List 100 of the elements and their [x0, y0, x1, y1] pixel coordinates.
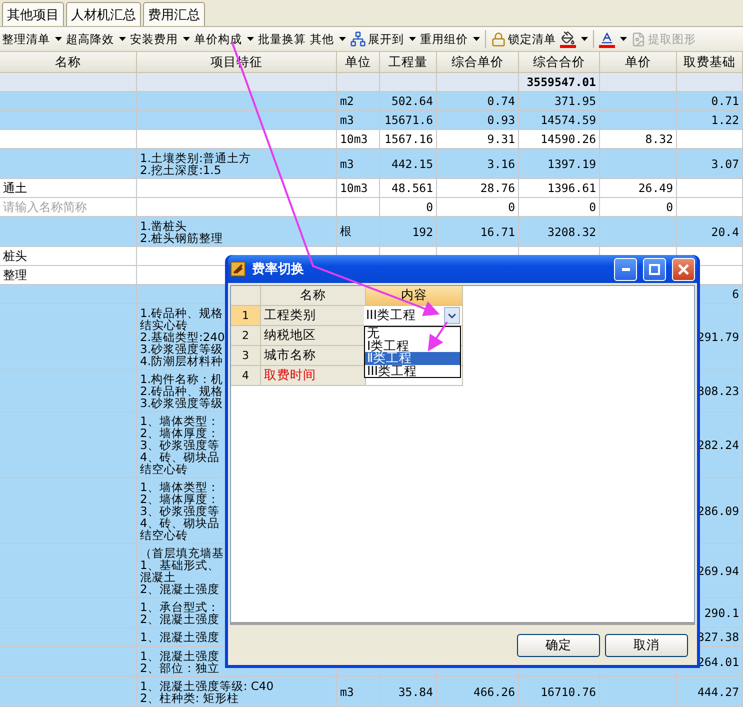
caret-icon: [247, 37, 254, 41]
table-cell: 0: [437, 198, 519, 217]
minimize-icon: [622, 268, 630, 270]
dialog-title: 费率切换: [252, 260, 305, 278]
table-cell: m2: [337, 92, 380, 111]
column-header[interactable]: 综合合价: [519, 52, 600, 73]
table-cell: 1396.61: [519, 179, 600, 198]
name-input-field: 请输入名称简称: [0, 198, 137, 217]
table-cell: 通土: [0, 179, 137, 198]
column-header[interactable]: 取费基础: [677, 52, 743, 73]
table-cell: 1397.19: [519, 149, 600, 179]
table-cell: 15671.6: [380, 111, 437, 130]
caret-icon: [620, 37, 627, 41]
tab[interactable]: 其他项目: [2, 2, 64, 26]
row-number[interactable]: 3: [231, 346, 261, 366]
corner-header: [231, 286, 261, 306]
table-cell: 26.49: [600, 179, 677, 198]
column-header[interactable]: 内容: [366, 286, 463, 306]
table-cell: 3.07: [677, 149, 743, 179]
table-cell: 取费时间: [261, 366, 366, 386]
table-cell: 20.4: [677, 217, 743, 247]
table-cell: 0: [600, 198, 677, 217]
table-cell: 0.93: [437, 111, 519, 130]
column-header[interactable]: 单价: [600, 52, 677, 73]
caret-icon: [183, 37, 190, 41]
row-number[interactable]: 4: [231, 366, 261, 386]
table-cell: 9.31: [437, 130, 519, 149]
extract-icon: [631, 32, 646, 46]
toolbar-button[interactable]: 展开到: [348, 31, 418, 47]
tree-icon: [350, 31, 366, 47]
toolbar-button[interactable]: [558, 30, 590, 48]
fill-color-icon: [560, 30, 576, 48]
column-header[interactable]: 单位: [337, 52, 380, 73]
table-cell: m3: [337, 677, 380, 707]
table-cell: 14574.59: [519, 111, 600, 130]
dropdown-option[interactable]: Ⅱ类工程: [365, 352, 460, 364]
table-cell: 14590.26: [519, 130, 600, 149]
font-color-icon: [599, 30, 615, 48]
table-cell: 48.561: [380, 179, 437, 198]
close-button[interactable]: [672, 258, 695, 280]
combo-box[interactable]: III类工程: [364, 306, 461, 325]
dialog-button[interactable]: 取消: [605, 634, 688, 656]
table-cell: 城市名称: [261, 346, 366, 366]
row-number[interactable]: 1: [231, 306, 261, 326]
dropdown-button[interactable]: [444, 307, 460, 324]
toolbar-button[interactable]: 批量换算: [256, 32, 308, 46]
table-cell: 1567.16: [380, 130, 437, 149]
table-cell: 28.76: [437, 179, 519, 198]
table-cell: 444.27: [677, 677, 743, 707]
minimize-button[interactable]: [614, 258, 637, 280]
table-cell: 1.土壤类别:普通土方 2.挖土深度:1.5: [137, 149, 337, 179]
toolbar-button[interactable]: 安装费用: [128, 32, 192, 46]
table-cell: 纳税地区: [261, 326, 366, 346]
maximize-button[interactable]: [643, 258, 666, 280]
toolbar-button[interactable]: 超高降效: [64, 32, 128, 46]
caret-icon: [339, 37, 346, 41]
table-cell: 10m3: [337, 179, 380, 198]
caret-icon: [119, 37, 126, 41]
table-cell: 工程类别: [261, 306, 366, 326]
table-cell: 192: [380, 217, 437, 247]
caret-icon: [409, 37, 416, 41]
table-cell: 16710.76: [519, 677, 600, 707]
table-cell: m3: [337, 111, 380, 130]
caret-icon: [581, 37, 588, 41]
table-cell: 根: [337, 217, 380, 247]
toolbar-button[interactable]: 重用组价: [418, 32, 482, 46]
maximize-icon: [649, 264, 660, 274]
column-header[interactable]: 名称: [0, 52, 137, 73]
table-cell: 1.凿桩头 2.桩头钢筋整理: [137, 217, 337, 247]
column-header[interactable]: 综合单价: [437, 52, 519, 73]
close-icon: [678, 264, 689, 274]
table-cell: 371.95: [519, 92, 600, 111]
row-number[interactable]: 2: [231, 326, 261, 346]
table-cell: m3: [337, 149, 380, 179]
table-cell: 1、混凝土强度等级: C40 2、柱种类: 矩形柱: [137, 677, 337, 707]
toolbar-button[interactable]: 整理清单: [0, 32, 64, 46]
column-header[interactable]: 名称: [261, 286, 366, 306]
toolbar-button[interactable]: 单价构成: [192, 32, 256, 46]
table-cell: 0.71: [677, 92, 743, 111]
toolbar-button[interactable]: [597, 30, 629, 48]
dialog-button[interactable]: 确定: [517, 634, 600, 656]
toolbar-button[interactable]: 锁定清单: [489, 32, 558, 46]
table-cell: 502.64: [380, 92, 437, 111]
table-cell: 35.84: [380, 677, 437, 707]
table-cell: 1.22: [677, 111, 743, 130]
caret-icon: [55, 37, 62, 41]
table-cell: 整理: [0, 266, 137, 285]
tab[interactable]: 人材机汇总: [66, 2, 141, 26]
table-cell: 0.74: [437, 92, 519, 111]
app-icon: [230, 261, 246, 277]
table-cell: 0: [519, 198, 600, 217]
toolbar-button[interactable]: 其他: [308, 32, 348, 46]
tab[interactable]: 费用汇总: [143, 2, 205, 26]
table-cell: 8.32: [600, 130, 677, 149]
table-cell: 3208.32: [519, 217, 600, 247]
table-cell: 16.71: [437, 217, 519, 247]
table-cell: 3559547.01: [519, 73, 600, 92]
table-cell: 桩头: [0, 247, 137, 266]
annotation-arrow: [428, 321, 448, 352]
column-header[interactable]: 工程量: [380, 52, 437, 73]
